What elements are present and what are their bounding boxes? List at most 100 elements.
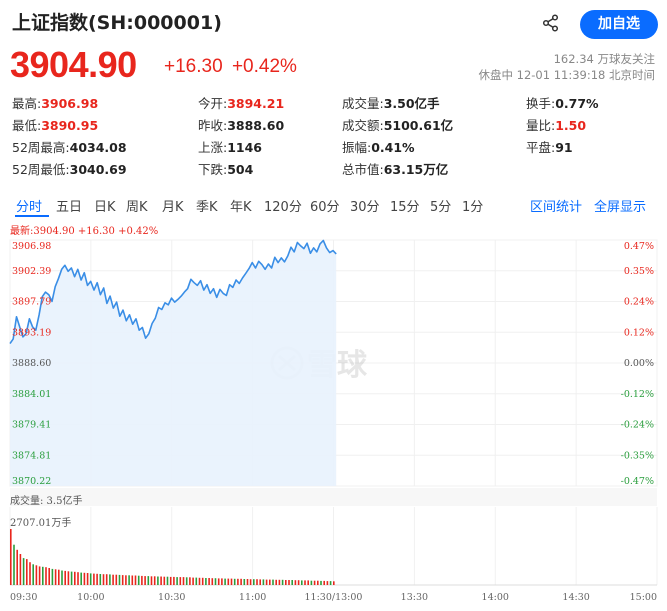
volume-bar: [157, 576, 159, 585]
stat-cell: 总市值:63.15万亿: [342, 159, 448, 178]
tab-period-12[interactable]: 1分: [462, 196, 483, 215]
volume-bar: [61, 570, 63, 585]
tab-period-0[interactable]: 分时: [16, 196, 42, 215]
x-tick-label: 10:00: [77, 592, 104, 603]
volume-bar: [304, 580, 306, 585]
volume-bar: [144, 576, 146, 585]
volume-bar: [29, 562, 31, 585]
tab-period-10[interactable]: 15分: [390, 196, 420, 215]
change-percent: +0.42%: [231, 56, 297, 77]
volume-bar: [163, 576, 166, 585]
volume-bar: [227, 578, 230, 585]
volume-bar: [35, 565, 38, 585]
tab-period-7[interactable]: 120分: [264, 196, 302, 215]
x-tick-label: 11:00: [239, 592, 266, 603]
stat-cell: 最高:3906.98: [12, 93, 98, 112]
volume-bar: [237, 578, 239, 585]
stat-value: 0.41%: [371, 140, 415, 155]
volume-bar: [141, 575, 143, 585]
volume-bar: [192, 577, 194, 585]
stat-key: 成交额:: [342, 118, 384, 133]
volume-bar: [26, 559, 28, 585]
pct-tick-label: -0.24%: [621, 420, 654, 431]
pct-tick-label: -0.35%: [621, 450, 654, 461]
volume-bar: [13, 544, 15, 585]
pct-tick-label: 0.12%: [624, 327, 654, 338]
tab-period-2[interactable]: 日K: [94, 196, 116, 215]
stat-cell: 下跌:504: [198, 159, 253, 178]
stat-cell: 振幅:0.41%: [342, 137, 415, 156]
stat-key: 52周最低:: [12, 162, 70, 177]
share-icon[interactable]: [542, 14, 560, 32]
volume-bar: [240, 578, 242, 585]
volume-bar: [131, 575, 134, 585]
fullscreen-button[interactable]: 全屏显示: [594, 196, 646, 215]
market-status: 休盘中 12-01 11:39:18 北京时间: [478, 68, 655, 82]
tab-period-5[interactable]: 季K: [196, 196, 218, 215]
y-tick-label: 3897.79: [12, 297, 51, 308]
stat-value: 5100.61亿: [383, 118, 454, 133]
volume-bar: [230, 578, 233, 585]
y-tick-label: 3879.41: [12, 420, 51, 431]
price-plot-frame: [9, 239, 658, 487]
chart-legend: 最新:3904.90 +16.30 +0.42%: [10, 226, 159, 237]
volume-bar: [253, 579, 255, 585]
volume-bar: [221, 578, 223, 585]
stat-key: 换手:: [526, 96, 556, 111]
volume-bar: [301, 580, 303, 585]
volume-bar: [96, 573, 98, 585]
volume-bar: [208, 578, 210, 585]
volume-bar: [150, 576, 153, 585]
volume-bar: [205, 578, 207, 585]
tab-period-11[interactable]: 5分: [430, 196, 451, 215]
x-tick-label: 14:00: [482, 592, 509, 603]
stat-key: 总市值:: [342, 162, 384, 177]
tab-period-6[interactable]: 年K: [230, 196, 252, 215]
volume-bar: [307, 580, 309, 585]
volume-bar: [99, 574, 102, 585]
stat-cell: 量比:1.50: [526, 115, 586, 134]
volume-bar: [329, 581, 332, 585]
x-tick-label: 09:30: [10, 592, 37, 603]
volume-bar: [198, 577, 201, 585]
stat-value: 63.15万亿: [383, 162, 449, 177]
intraday-chart[interactable]: 雪球 3906.98 3902.39 3897.79 3893.19 3888.60 38…: [0, 0, 667, 611]
volume-bar: [134, 575, 137, 585]
watermark-text: 雪球: [307, 348, 368, 383]
volume-header-band: [10, 488, 657, 506]
period-tabs: 分时 五日 日K 周K 月K 季K 年K 120分 60分 30分 15分 5分 1分 区间统计 全屏显示: [10, 192, 655, 218]
volume-bar: [323, 580, 325, 585]
pct-tick-label: -0.47%: [621, 476, 654, 487]
pct-tick-label: 0.24%: [624, 297, 654, 308]
volume-bar: [281, 579, 284, 585]
volume-bar: [32, 564, 34, 585]
volume-bar: [45, 567, 47, 585]
tab-period-8[interactable]: 60分: [310, 196, 340, 215]
tab-period-9[interactable]: 30分: [350, 196, 380, 215]
stat-cell: 成交额:5100.61亿: [342, 115, 453, 134]
y-tick-label: 3888.60: [12, 358, 51, 369]
tab-period-3[interactable]: 周K: [126, 196, 148, 215]
stat-cell: 平盘:91: [526, 137, 573, 156]
range-stats-button[interactable]: 区间统计: [530, 196, 582, 215]
tab-period-1[interactable]: 五日: [56, 196, 82, 215]
stat-cell: 上涨:1146: [198, 137, 262, 156]
volume-bar: [333, 581, 335, 585]
volume-bar: [256, 579, 258, 585]
volume-bar: [74, 571, 76, 585]
volume-bar: [246, 579, 249, 585]
volume-bar: [173, 576, 175, 585]
volume-bar: [70, 571, 73, 585]
tab-period-4[interactable]: 月K: [162, 196, 184, 215]
volume-bar: [19, 554, 22, 585]
volume-bar: [10, 529, 12, 585]
price-area-fill: [10, 240, 337, 486]
x-tick-label: 13:30: [401, 592, 428, 603]
quote-stats: 最高:3906.98 今开:3894.21 成交量:3.50亿手 换手:0.77% 最低…: [12, 93, 657, 181]
stat-key: 平盘:: [526, 140, 556, 155]
y-tick-label: 3870.22: [12, 476, 51, 487]
volume-bar: [269, 579, 271, 585]
add-watchlist-button[interactable]: 加自选: [580, 10, 658, 39]
page-title: 上证指数(SH:000001): [12, 12, 222, 34]
stat-value: 3890.95: [41, 118, 99, 133]
